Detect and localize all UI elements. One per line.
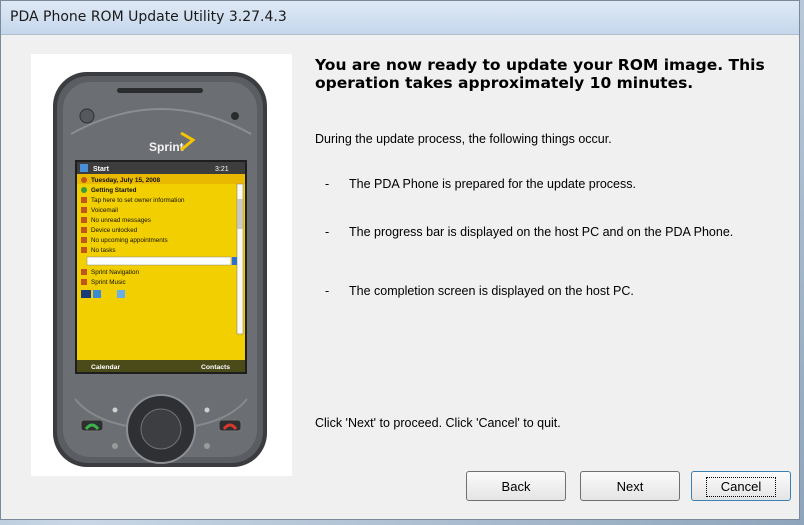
sprint-logo-text: Sprint bbox=[149, 140, 184, 154]
phone-item: No tasks bbox=[91, 247, 116, 254]
phone-start-label: Start bbox=[93, 166, 110, 173]
cancel-button[interactable]: Cancel bbox=[691, 471, 791, 501]
phone-softkey-right: Contacts bbox=[201, 364, 230, 371]
phone-item: Voicemail bbox=[91, 207, 118, 214]
phone-item: No upcoming appointments bbox=[91, 237, 168, 244]
phone-item: No unread messages bbox=[91, 217, 151, 224]
phone-item: Sprint Navigation bbox=[91, 269, 139, 276]
instruction-text: Click 'Next' to proceed. Click 'Cancel' … bbox=[315, 416, 561, 430]
phone-item: Sprint Music bbox=[91, 279, 126, 286]
dialog-content: Sprint Start 3:21 Tuesday, July 15, 2008… bbox=[11, 38, 795, 516]
bullet-dash: - bbox=[325, 225, 330, 239]
pda-phone-image: Sprint Start 3:21 Tuesday, July 15, 2008… bbox=[53, 72, 267, 467]
bullet-dash: - bbox=[325, 177, 330, 191]
bullet-text: The completion screen is displayed on th… bbox=[349, 284, 634, 298]
phone-softkey-left: Calendar bbox=[91, 364, 120, 371]
intro-text: During the update process, the following… bbox=[315, 132, 612, 146]
phone-item: Getting Started bbox=[91, 187, 137, 194]
phone-time: 3:21 bbox=[215, 166, 229, 173]
cancel-button-label: Cancel bbox=[705, 477, 777, 497]
window-title: PDA Phone ROM Update Utility 3.27.4.3 bbox=[10, 9, 287, 25]
phone-item: Device unlocked bbox=[91, 227, 138, 234]
phone-date: Tuesday, July 15, 2008 bbox=[91, 177, 161, 184]
phone-image-panel: Sprint Start 3:21 Tuesday, July 15, 2008… bbox=[31, 54, 292, 476]
bullet-dash: - bbox=[325, 284, 330, 298]
bullet-text: The progress bar is displayed on the hos… bbox=[349, 225, 734, 239]
next-button[interactable]: Next bbox=[580, 471, 680, 501]
dialog-window: PDA Phone ROM Update Utility 3.27.4.3 Sp… bbox=[0, 0, 800, 520]
bullet-text: The PDA Phone is prepared for the update… bbox=[349, 177, 636, 191]
phone-item: Tap here to set owner information bbox=[91, 197, 185, 204]
back-button[interactable]: Back bbox=[466, 471, 566, 501]
title-bar[interactable]: PDA Phone ROM Update Utility 3.27.4.3 bbox=[1, 1, 799, 35]
headline-text: You are now ready to update your ROM ima… bbox=[315, 56, 765, 92]
